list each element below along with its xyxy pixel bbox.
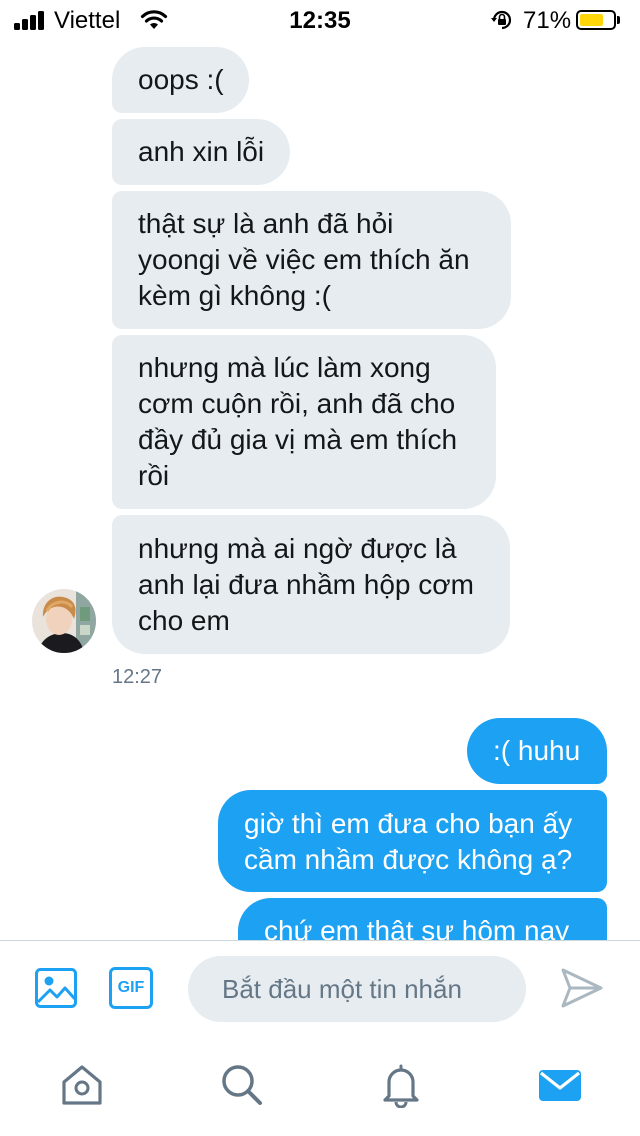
incoming-message[interactable]: nhưng mà lúc làm xong cơm cuộn rồi, anh …: [112, 335, 496, 509]
outgoing-message[interactable]: giờ thì em đưa cho bạn ấy cầm nhầm được …: [218, 790, 607, 892]
message-line: oops :(: [138, 64, 224, 95]
message-line: cho em: [138, 605, 230, 636]
battery-percent: 71%: [523, 7, 572, 34]
incoming-message[interactable]: anh xin lỗi: [112, 119, 290, 185]
outgoing-message[interactable]: chứ em thật sự hôm nay: [238, 898, 607, 940]
message-line: rồi: [138, 460, 170, 491]
message-line: chứ em thật sự hôm nay: [264, 915, 570, 940]
message-line: giờ thì em đưa cho bạn ấy: [244, 808, 573, 839]
message-line: nhưng mà ai ngờ được là: [138, 533, 457, 564]
status-bar: Viettel 12:35 71%: [0, 0, 640, 40]
notifications-icon[interactable]: [378, 1062, 424, 1108]
message-line: kèm gì không :(: [138, 280, 331, 311]
battery-level-fill: [580, 14, 603, 26]
avatar-photo: [32, 589, 96, 653]
home-icon[interactable]: [59, 1062, 105, 1108]
incoming-message[interactable]: thật sự là anh đã hỏi yoongi về việc em …: [112, 191, 511, 329]
message-line: yoongi về việc em thích ăn: [138, 244, 470, 275]
incoming-message[interactable]: oops :(: [112, 47, 249, 113]
avatar[interactable]: [32, 589, 96, 653]
message-line: nhưng mà lúc làm xong: [138, 352, 431, 383]
incoming-message[interactable]: nhưng mà ai ngờ được là anh lại đưa nhầm…: [112, 515, 510, 654]
message-line: cơm cuộn rồi, anh đã cho: [138, 388, 456, 419]
send-icon[interactable]: [560, 966, 604, 1010]
outgoing-message[interactable]: :( huhu: [467, 718, 607, 784]
message-line: cầm nhầm được không ạ?: [244, 844, 573, 875]
battery-cap: [617, 16, 620, 24]
battery-icon: [576, 10, 616, 30]
message-line: đầy đủ gia vị mà em thích: [138, 424, 458, 455]
messages-icon[interactable]: [537, 1062, 583, 1108]
message-line: thật sự là anh đã hỏi: [138, 208, 394, 239]
image-icon[interactable]: [34, 966, 78, 1010]
gif-icon[interactable]: GIF: [109, 967, 153, 1009]
rotation-lock-icon: [491, 10, 512, 30]
message-timestamp: 12:27: [112, 666, 163, 688]
message-line: :( huhu: [493, 735, 581, 766]
message-input[interactable]: [188, 956, 526, 1022]
message-line: anh xin lỗi: [138, 136, 265, 167]
search-icon[interactable]: [219, 1062, 265, 1108]
message-line: anh lại đưa nhầm hộp cơm: [138, 569, 474, 600]
